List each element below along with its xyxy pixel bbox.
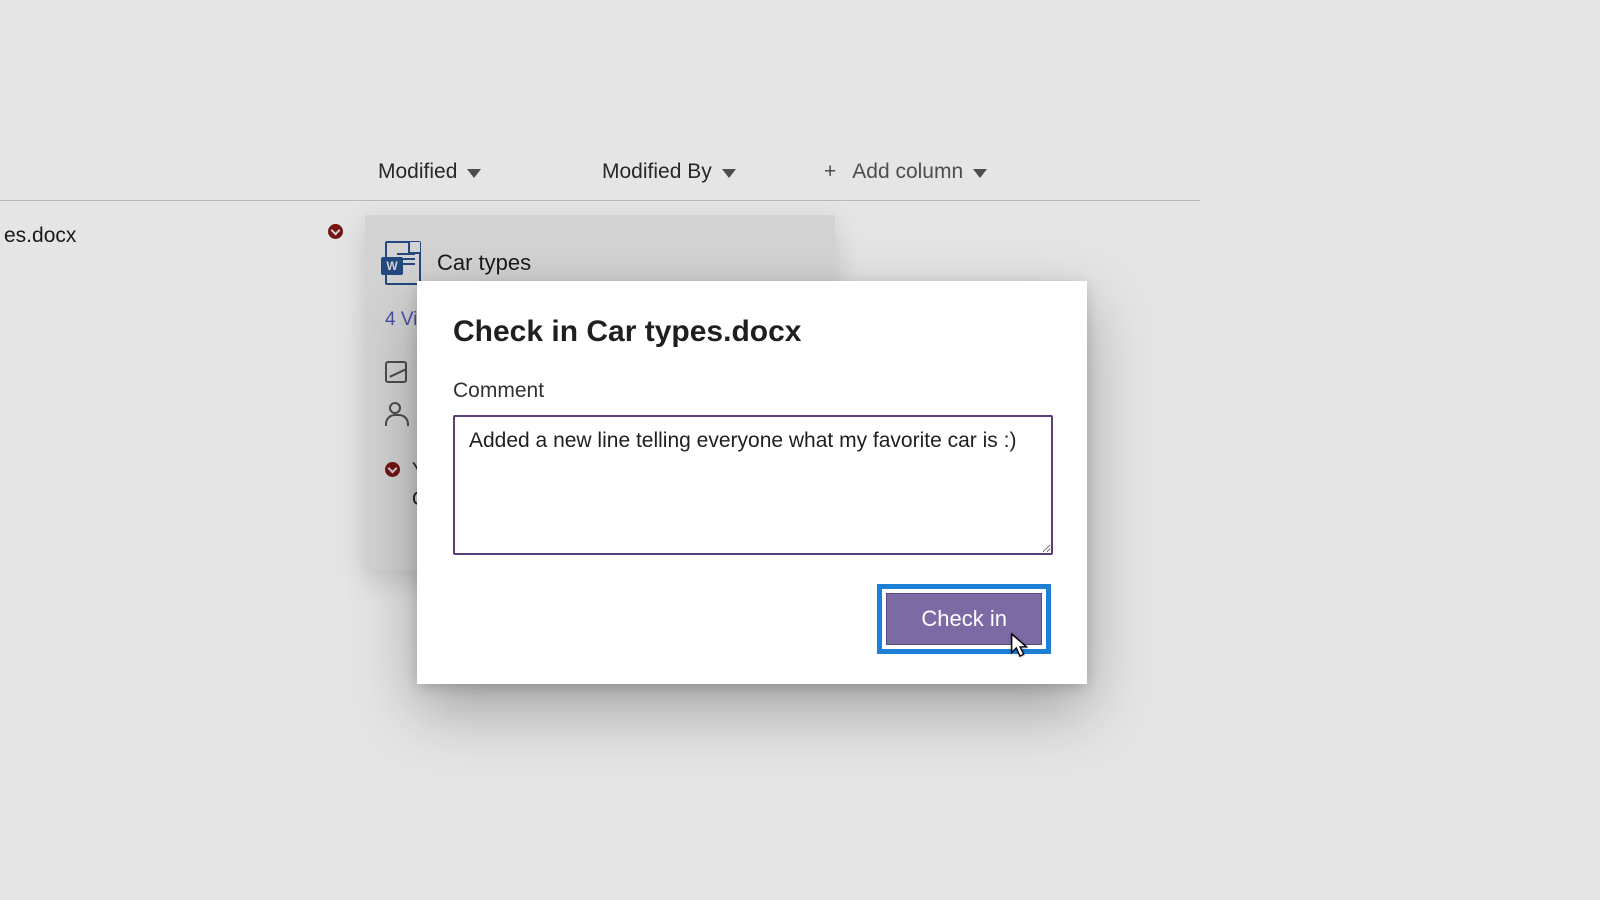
dialog-title: Check in Car types.docx <box>453 315 1051 349</box>
check-in-button-label: Check in <box>921 606 1007 631</box>
checked-out-indicator-icon <box>385 462 400 477</box>
column-label: Modified By <box>602 160 712 184</box>
column-label: Modified <box>378 160 457 184</box>
comment-textarea[interactable] <box>453 415 1053 555</box>
chevron-down-icon <box>467 169 481 178</box>
focus-ring: Check in <box>877 584 1051 654</box>
cursor-icon <box>1009 632 1031 660</box>
column-header-modified[interactable]: Modified <box>378 160 481 184</box>
header-divider <box>0 200 1200 201</box>
chevron-down-icon <box>722 169 736 178</box>
check-in-button[interactable]: Check in <box>886 593 1042 645</box>
add-column-button[interactable]: + Add column <box>824 160 987 184</box>
share-icon[interactable] <box>385 361 407 383</box>
check-in-dialog: Check in Car types.docx Comment Check in <box>417 281 1087 684</box>
add-column-label: Add column <box>852 160 963 184</box>
checked-out-indicator-icon <box>328 224 343 239</box>
file-row-filename[interactable]: es.docx <box>4 224 76 248</box>
comment-label: Comment <box>453 379 1051 403</box>
plus-icon: + <box>824 160 836 184</box>
people-icon <box>385 408 409 426</box>
column-header-modified-by[interactable]: Modified By <box>602 160 736 184</box>
hover-card-title: Car types <box>437 250 531 276</box>
word-document-icon: W <box>385 241 421 285</box>
chevron-down-icon <box>973 169 987 178</box>
